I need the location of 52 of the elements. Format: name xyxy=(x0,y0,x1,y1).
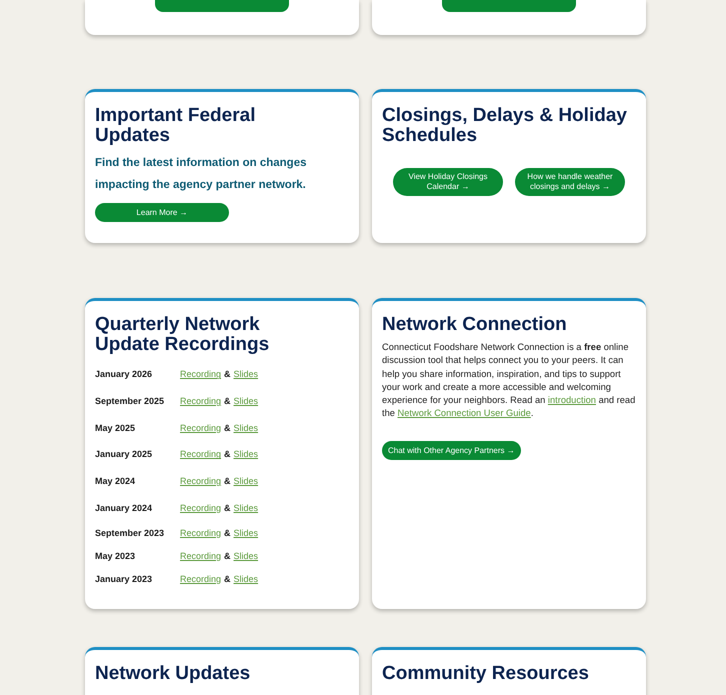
card-title: Closings, Delays & Holiday Schedules xyxy=(382,106,628,146)
ampersand: & xyxy=(224,396,231,406)
ampersand: & xyxy=(224,550,231,561)
ampersand: & xyxy=(224,476,231,486)
recording-link[interactable]: Recording xyxy=(180,502,222,513)
action-button[interactable] xyxy=(155,0,289,12)
ampersand: & xyxy=(224,369,231,380)
slides-link[interactable]: Slides xyxy=(234,396,258,406)
card-subtitle: Find the latest information on changes impacting the agency partner network. xyxy=(95,156,308,193)
ampersand: & xyxy=(224,502,231,513)
link-button[interactable]: How we handle weather closings and delays → xyxy=(515,168,625,196)
recording-date: September 2025 xyxy=(95,396,166,406)
description-text: Connecticut Foodshare Network Connection is a free online discussion tool that helps connect you to your peers. It can help you share information, inspiration, and tips to support your work and create a more accessible and welcoming experience for your neighbors. Read an introduction and read the Network Connection User Guide. xyxy=(382,341,636,420)
slides-link[interactable]: Slides xyxy=(234,528,258,538)
recording-link[interactable]: Recording xyxy=(180,574,222,584)
recording-link[interactable]: Recording xyxy=(180,528,222,538)
recording-date: January 2025 xyxy=(95,449,154,460)
recording-link[interactable]: Recording xyxy=(180,396,222,406)
slides-link[interactable]: Slides xyxy=(234,449,258,460)
chat-button[interactable]: Chat with Other Agency Partners → xyxy=(382,440,521,460)
link-button[interactable]: View Holiday Closings Calendar → xyxy=(393,168,503,196)
recording-link[interactable]: Recording xyxy=(180,369,222,380)
slides-link[interactable]: Slides xyxy=(234,502,258,513)
learn-more-button[interactable]: Learn More → xyxy=(95,203,229,222)
recording-date: May 2024 xyxy=(95,476,136,486)
recording-link[interactable]: Recording xyxy=(180,476,222,486)
recording-date: January 2024 xyxy=(95,502,154,513)
ampersand: & xyxy=(224,449,231,460)
recording-link[interactable]: Recording xyxy=(180,449,222,460)
card-title: Important Federal Updates xyxy=(95,106,256,146)
recording-link[interactable]: Recording xyxy=(180,422,222,433)
action-button[interactable] xyxy=(442,0,576,12)
slides-link[interactable]: Slides xyxy=(234,574,258,584)
text-link[interactable]: introduction xyxy=(548,395,596,406)
slides-link[interactable]: Slides xyxy=(234,550,258,561)
ampersand: & xyxy=(224,528,231,538)
ampersand: & xyxy=(224,574,231,584)
card-title: Community Resources xyxy=(382,664,590,684)
recording-date: September 2023 xyxy=(95,528,166,538)
slides-link[interactable]: Slides xyxy=(234,422,258,433)
slides-link[interactable]: Slides xyxy=(234,369,258,380)
recording-date: January 2026 xyxy=(95,369,154,380)
slides-link[interactable]: Slides xyxy=(234,476,258,486)
recording-date: May 2023 xyxy=(95,550,136,561)
text-link[interactable]: Network Connection User Guide xyxy=(398,408,531,418)
card-title: Quarterly Network Update Recordings xyxy=(95,315,270,355)
recording-link[interactable]: Recording xyxy=(180,550,222,561)
recording-date: January 2023 xyxy=(95,574,154,584)
ampersand: & xyxy=(224,422,231,433)
recording-date: May 2025 xyxy=(95,422,136,433)
card-title: Network Connection xyxy=(382,315,568,335)
card-title: Network Updates xyxy=(95,664,252,684)
